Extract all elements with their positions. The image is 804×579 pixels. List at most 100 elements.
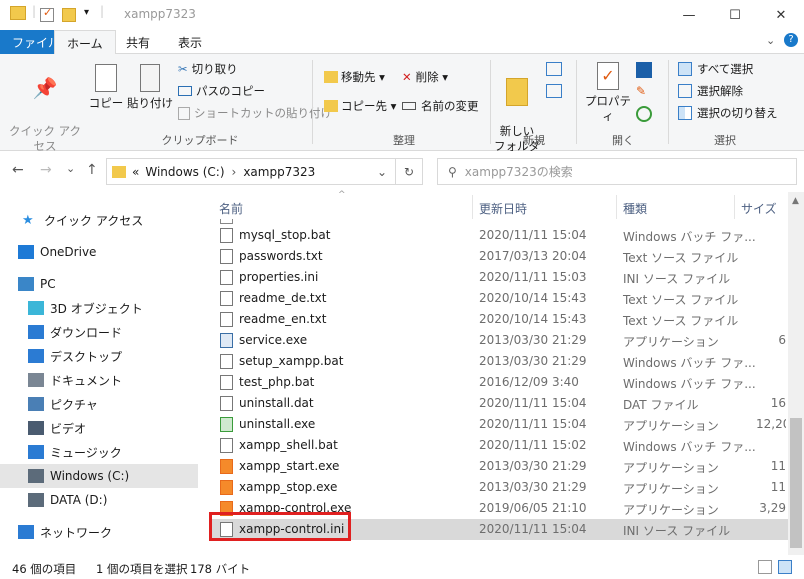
scrollbar-thumb[interactable] xyxy=(790,418,802,548)
cell-type: アプリケーション xyxy=(623,482,719,496)
help-icon[interactable]: ? xyxy=(784,33,798,47)
nav-item[interactable]: デスクトップ xyxy=(0,344,198,368)
status-bar: 46 個の項目 1 個の項目を選択 178 バイト xyxy=(0,555,804,579)
properties-check-icon: ✓ xyxy=(597,62,619,90)
breadcrumb-folder[interactable]: xampp7323 xyxy=(243,165,315,179)
easy-access-icon[interactable] xyxy=(546,84,562,98)
minimize-button[interactable]: — xyxy=(666,0,712,30)
address-bar[interactable]: « Windows (C:) › xampp7323 ⌄ xyxy=(106,158,396,185)
table-row[interactable]: properties.ini 2020/11/11 15:03 INI ソース ファ… xyxy=(212,267,788,288)
refresh-button[interactable]: ↻ xyxy=(396,158,423,185)
nav-item[interactable]: ネットワーク xyxy=(0,520,198,544)
column-header-date[interactable]: 更新日時 xyxy=(479,197,527,219)
copy-path-button[interactable]: パスのコピー xyxy=(178,83,265,99)
table-row[interactable]: test_php.bat 2016/12/09 3:40 Windows バッチ フ… xyxy=(212,372,788,393)
column-header-size[interactable]: サイズ xyxy=(741,197,777,219)
table-row[interactable]: service.exe 2013/03/30 21:29 アプリケーション 6 xyxy=(212,330,788,351)
properties-quick-icon[interactable]: ✓ xyxy=(40,6,54,22)
nav-item[interactable]: ピクチャ xyxy=(0,392,198,416)
table-row[interactable]: uninstall.exe 2020/11/11 15:04 アプリケーション 12,… xyxy=(212,414,788,435)
table-row[interactable]: uninstall.dat 2020/11/11 15:04 DAT ファイル 16 xyxy=(212,393,788,414)
picture-icon xyxy=(28,397,44,411)
table-row[interactable]: xampp_start.exe 2013/03/30 21:29 アプリケーション 1… xyxy=(212,456,788,477)
up-arrow-icon[interactable]: ↑ xyxy=(86,162,98,178)
nav-item[interactable]: PC xyxy=(0,272,198,296)
address-dropdown-icon[interactable]: ⌄ xyxy=(377,165,387,179)
item-count: 46 個の項目 xyxy=(12,562,77,576)
nav-item[interactable]: OneDrive xyxy=(0,240,198,264)
table-row[interactable]: readme_de.txt 2020/10/14 15:43 Text ソース ファ… xyxy=(212,288,788,309)
cell-size: 11 xyxy=(770,459,786,473)
delete-button[interactable]: ✕ 削除 ▾ xyxy=(402,69,448,85)
nav-item[interactable]: ダウンロード xyxy=(0,320,198,344)
column-header-name[interactable]: 名前 xyxy=(219,197,243,219)
table-row[interactable]: readme_en.txt 2020/10/14 15:43 Text ソース ファ… xyxy=(212,309,788,330)
delete-x-icon: ✕ xyxy=(402,70,412,84)
tab-share[interactable]: 共有 xyxy=(114,30,162,54)
table-row[interactable]: passwords.txt 2017/03/13 20:04 Text ソース ファ… xyxy=(212,246,788,267)
column-divider[interactable] xyxy=(472,195,473,219)
properties-button[interactable]: ✓ プロパティ xyxy=(580,62,636,124)
cell-name: xampp_shell.bat xyxy=(239,438,338,452)
quick-access-dropdown-icon[interactable]: ▾ xyxy=(84,7,89,18)
nav-item[interactable]: ドキュメント xyxy=(0,368,198,392)
maximize-button[interactable]: ☐ xyxy=(712,0,758,30)
breadcrumb-root[interactable]: « xyxy=(132,165,139,179)
new-item-icon[interactable] xyxy=(546,62,562,76)
table-row[interactable]: mysql_stop.bat 2020/11/11 15:04 Windows バッ… xyxy=(212,225,788,246)
rename-button[interactable]: 名前の変更 xyxy=(402,98,479,114)
select-all-label: すべて選択 xyxy=(697,62,754,76)
cell-size: 11 xyxy=(770,480,786,494)
history-icon[interactable] xyxy=(636,106,652,122)
column-divider[interactable] xyxy=(734,195,735,219)
ribbon: 📌 クイック アクセス にピン留めする コピー 貼り付け ✂切り取り パスのコピ… xyxy=(0,54,804,168)
paste-shortcut-button[interactable]: ショートカットの貼り付け xyxy=(178,105,332,121)
close-button[interactable]: ✕ xyxy=(758,0,804,30)
open-icon[interactable] xyxy=(636,62,652,78)
select-none-button[interactable]: 選択解除 xyxy=(678,83,743,99)
cell-type: Windows バッチ ファ... xyxy=(623,230,756,244)
cell-size: 3,29 xyxy=(759,501,786,515)
table-row[interactable]: setup_xampp.bat 2013/03/30 21:29 Windows バ… xyxy=(212,351,788,372)
copy-to-button[interactable]: コピー先 ▾ xyxy=(324,98,396,114)
paste-button[interactable]: 貼り付け xyxy=(126,64,174,111)
select-none-icon xyxy=(678,84,692,98)
copy-button[interactable]: コピー xyxy=(88,64,124,111)
table-row[interactable]: xampp_shell.bat 2020/11/11 15:02 Windows バ… xyxy=(212,435,788,456)
table-row[interactable]: xampp_stop.exe 2013/03/30 21:29 アプリケーション 11 xyxy=(212,477,788,498)
column-divider[interactable] xyxy=(616,195,617,219)
cut-button[interactable]: ✂ 切り取り xyxy=(178,61,238,77)
nav-item[interactable]: ビデオ xyxy=(0,416,198,440)
collapse-ribbon-icon[interactable]: ⌄ xyxy=(766,34,775,47)
nav-item[interactable]: ミュージック xyxy=(0,440,198,464)
move-to-button[interactable]: 移動先 ▾ xyxy=(324,69,385,85)
cell-date: 2020/11/11 15:04 xyxy=(479,522,587,536)
search-input[interactable]: ⚲ xampp7323の検索 xyxy=(437,158,797,185)
tab-view[interactable]: 表示 xyxy=(166,30,214,54)
tab-home[interactable]: ホーム xyxy=(54,30,116,55)
copy-icon xyxy=(95,64,117,92)
cell-date: 2020/10/14 15:43 xyxy=(479,312,587,326)
copy-to-icon xyxy=(324,100,338,112)
back-arrow-icon[interactable]: ← xyxy=(12,162,24,178)
new-folder-quick-icon[interactable] xyxy=(62,8,76,22)
video-icon xyxy=(28,421,44,435)
invert-selection-button[interactable]: 選択の切り替え xyxy=(678,105,778,121)
select-all-button[interactable]: すべて選択 xyxy=(678,61,753,77)
large-icons-view-icon[interactable] xyxy=(778,560,792,574)
details-view-icon[interactable] xyxy=(758,560,772,574)
forward-arrow-icon[interactable]: → xyxy=(40,162,52,178)
cell-date: 2020/11/11 15:04 xyxy=(479,417,587,431)
edit-icon[interactable]: ✎ xyxy=(636,84,652,100)
nav-item[interactable]: ★ クイック アクセス xyxy=(0,208,198,232)
nav-item[interactable]: Windows (C:) xyxy=(0,464,198,488)
nav-item[interactable]: DATA (D:) xyxy=(0,488,198,512)
title-divider: | xyxy=(32,4,37,18)
column-header-type[interactable]: 種類 xyxy=(623,197,647,219)
scroll-up-arrow-icon[interactable]: ▲ xyxy=(792,196,799,206)
txt-file-icon xyxy=(220,312,233,327)
cell-name: setup_xampp.bat xyxy=(239,354,344,368)
recent-locations-icon[interactable]: ⌄ xyxy=(66,162,75,175)
nav-item[interactable]: 3D オブジェクト xyxy=(0,296,198,320)
breadcrumb-drive[interactable]: Windows (C:) xyxy=(145,165,224,179)
